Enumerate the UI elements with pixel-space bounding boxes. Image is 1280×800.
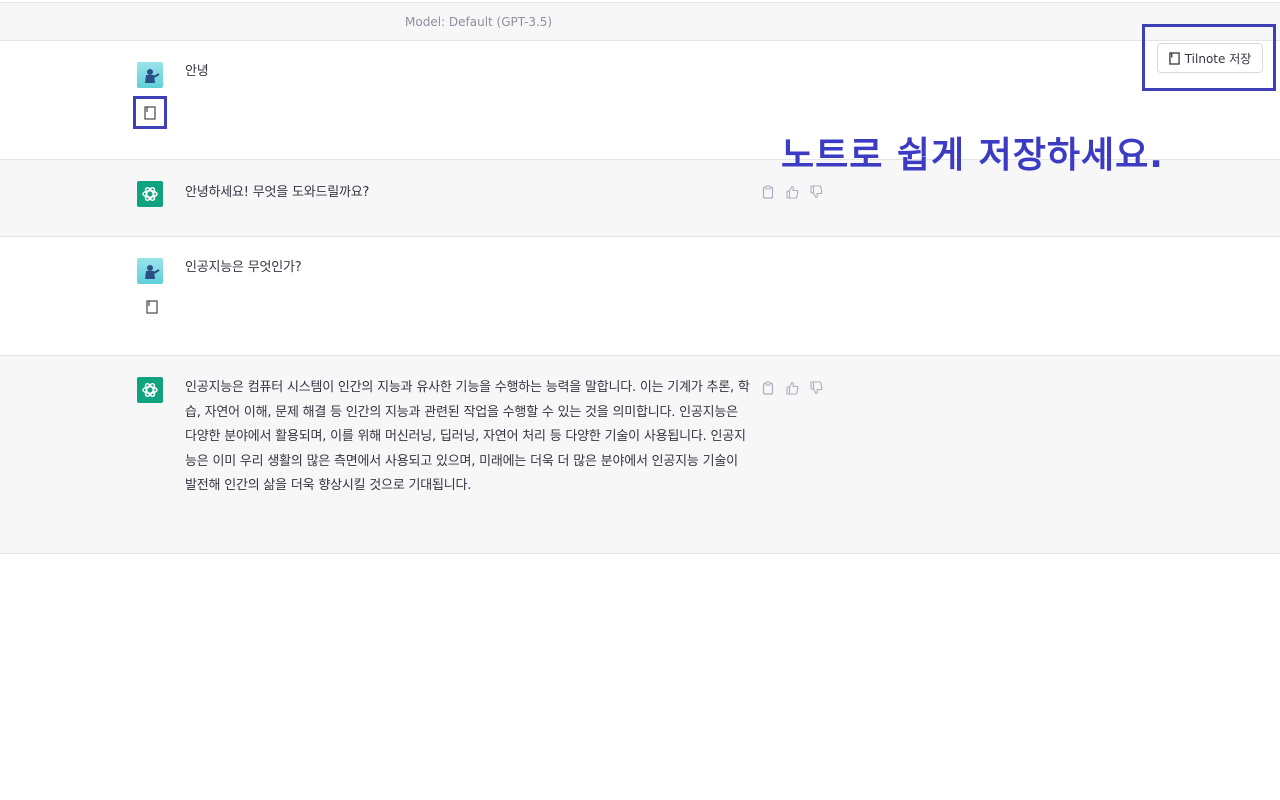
note-save-icon-button[interactable] — [133, 96, 167, 129]
model-label: Model: Default (GPT-3.5) — [405, 15, 553, 29]
assistant-avatar — [137, 377, 163, 403]
note-icon — [146, 300, 158, 314]
clipboard-icon[interactable] — [760, 380, 775, 395]
message-assistant: 인공지능은 컴퓨터 시스템이 인간의 지능과 유사한 기능을 수행하는 능력을 … — [0, 356, 1280, 554]
openai-logo-icon — [142, 187, 158, 201]
user-avatar — [137, 62, 163, 88]
thumbs-up-icon[interactable] — [784, 184, 799, 199]
note-icon — [1168, 51, 1180, 65]
message-user: 인공지능은 무엇인가? — [0, 237, 1280, 356]
message-text: 인공지능은 무엇인가? — [185, 260, 302, 275]
model-header: Model: Default (GPT-3.5) — [0, 2, 1280, 41]
thumbs-up-icon[interactable] — [784, 380, 799, 395]
thumbs-down-icon[interactable] — [808, 184, 823, 199]
note-save-icon-button[interactable] — [145, 299, 159, 315]
thumbs-down-icon[interactable] — [808, 380, 823, 395]
note-icon — [144, 105, 156, 120]
promo-caption: 노트로 쉽게 저장하세요. — [781, 135, 1164, 176]
user-avatar — [137, 258, 163, 284]
openai-logo-icon — [142, 383, 158, 397]
assistant-avatar — [137, 181, 163, 207]
clipboard-icon[interactable] — [760, 184, 775, 199]
message-actions — [760, 184, 823, 199]
message-actions — [760, 380, 823, 395]
message-text: 인공지능은 컴퓨터 시스템이 인간의 지능과 유사한 기능을 수행하는 능력을 … — [185, 380, 750, 493]
tilnote-save-button[interactable]: Tilnote 저장 — [1157, 43, 1263, 73]
message-text: 안녕하세요! 무엇을 도와드릴까요? — [185, 185, 370, 200]
message-text: 안녕 — [185, 64, 209, 79]
save-button-label: Tilnote 저장 — [1184, 51, 1252, 66]
